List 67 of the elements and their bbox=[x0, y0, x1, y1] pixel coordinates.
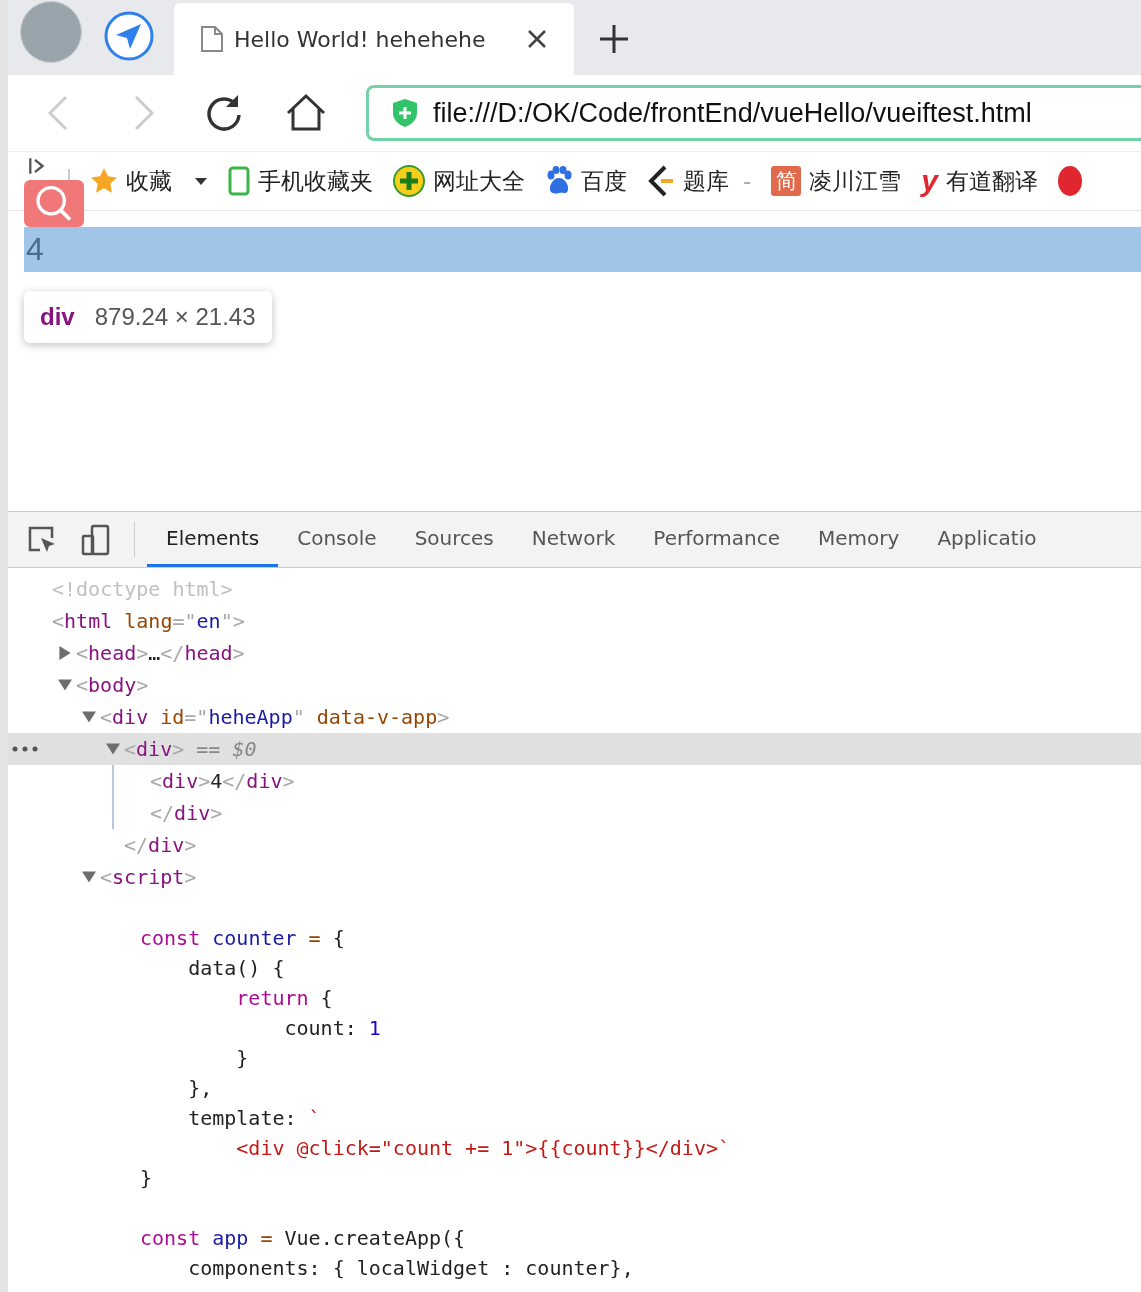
bookmark-item[interactable]: 百度 bbox=[545, 165, 627, 197]
markup-text: <body> bbox=[76, 673, 149, 697]
shield-icon bbox=[391, 98, 419, 128]
code-line: return { bbox=[235, 986, 333, 1010]
devtools-tab[interactable]: Console bbox=[278, 512, 396, 567]
code-line: const counter = { bbox=[140, 926, 345, 950]
address-field[interactable]: file:///D:/OK/Code/frontEnd/vueHello/vueiftest.html bbox=[366, 85, 1141, 141]
code-line: } bbox=[235, 1046, 249, 1070]
page-icon bbox=[200, 25, 224, 53]
code-line: }, bbox=[187, 1076, 213, 1100]
caret-icon[interactable] bbox=[194, 176, 208, 186]
markup-text: <!doctype html> bbox=[52, 577, 233, 601]
code-line: data() { bbox=[187, 956, 285, 980]
markup-text: <script> bbox=[100, 865, 197, 889]
markup-text: <div>4</div> bbox=[150, 769, 295, 793]
markup-text: <head>…</head> bbox=[76, 641, 245, 665]
dom-node-row[interactable]: </div> bbox=[10, 797, 1141, 829]
dom-node-row[interactable]: </div> bbox=[8, 829, 1141, 861]
device-icon[interactable] bbox=[80, 523, 112, 556]
code-line: const app = Vue.createApp({ bbox=[140, 1226, 466, 1250]
bookmark-letter-icon: y bbox=[921, 164, 938, 198]
dom-node-row[interactable]: <div id="heheApp" data-v-app> bbox=[8, 701, 1141, 733]
plus-icon bbox=[393, 165, 425, 197]
expanded-triangle-icon[interactable] bbox=[82, 710, 96, 724]
markup-text: <html lang="en"> bbox=[52, 609, 245, 633]
bookmark-item[interactable]: 简 凌川江雪 bbox=[771, 165, 902, 197]
bookmark-dot-icon[interactable] bbox=[1058, 166, 1082, 196]
code-line: count: 1 bbox=[283, 1016, 381, 1040]
highlighted-element: 4 bbox=[24, 227, 1141, 272]
code-line: } bbox=[140, 1166, 153, 1190]
dom-node-row[interactable]: <div> == $0 bbox=[8, 733, 1141, 765]
close-icon[interactable] bbox=[526, 28, 548, 50]
markup-text: </div> bbox=[150, 801, 223, 825]
bookmark-item[interactable]: y 有道翻译 bbox=[921, 164, 1038, 198]
code-line: <div @click="count += 1">{{count}}</div>` bbox=[235, 1136, 730, 1160]
devtools-tab[interactable]: Performance bbox=[634, 512, 800, 567]
bracket-icon bbox=[647, 165, 675, 197]
paw-icon bbox=[545, 166, 573, 196]
dom-node-row[interactable]: <body> bbox=[8, 669, 1141, 701]
code-line: template: ` bbox=[187, 1106, 321, 1130]
dom-node-row[interactable]: <head>…</head> bbox=[8, 637, 1141, 669]
dom-node-row[interactable]: <html lang="en"> bbox=[8, 605, 1141, 637]
element-tooltip: div 879.24 × 21.43 bbox=[24, 291, 272, 343]
code-line: components: { localWidget : counter}, bbox=[187, 1256, 634, 1280]
expanded-triangle-icon[interactable] bbox=[58, 678, 72, 692]
markup-text: </div> bbox=[124, 833, 197, 857]
browser-tab[interactable]: Hello World! hehehehe bbox=[174, 3, 574, 75]
expanded-triangle-icon[interactable] bbox=[82, 870, 96, 884]
devtools-tab[interactable]: Applicatio bbox=[918, 512, 1056, 567]
markup-text: <div id="heheApp" data-v-app> bbox=[100, 705, 450, 729]
bookmark-badge-icon: 简 bbox=[771, 166, 802, 196]
expanded-triangle-icon[interactable] bbox=[106, 742, 120, 756]
phone-icon bbox=[228, 166, 250, 196]
more-icon[interactable] bbox=[12, 746, 38, 752]
devtools-tab[interactable]: Elements bbox=[147, 512, 279, 567]
devtools-tab[interactable]: Memory bbox=[799, 512, 919, 567]
bookmark-item[interactable]: 网址大全 bbox=[393, 165, 525, 197]
dom-node-row[interactable]: <div>4</div> bbox=[10, 765, 1141, 797]
bookmark-item[interactable]: 手机收藏夹 bbox=[228, 165, 373, 197]
dom-node-row[interactable]: <script> bbox=[8, 861, 1141, 893]
markup-text: <div> == $0 bbox=[124, 737, 257, 761]
collapsed-triangle-icon[interactable] bbox=[58, 646, 72, 660]
bookmark-item[interactable]: 题库 - bbox=[647, 165, 752, 197]
devtools-tab[interactable]: Sources bbox=[395, 512, 513, 567]
bookmark-item[interactable]: 收藏 bbox=[90, 165, 208, 197]
devtools-tab[interactable]: Network bbox=[512, 512, 635, 567]
star-icon bbox=[90, 167, 118, 195]
